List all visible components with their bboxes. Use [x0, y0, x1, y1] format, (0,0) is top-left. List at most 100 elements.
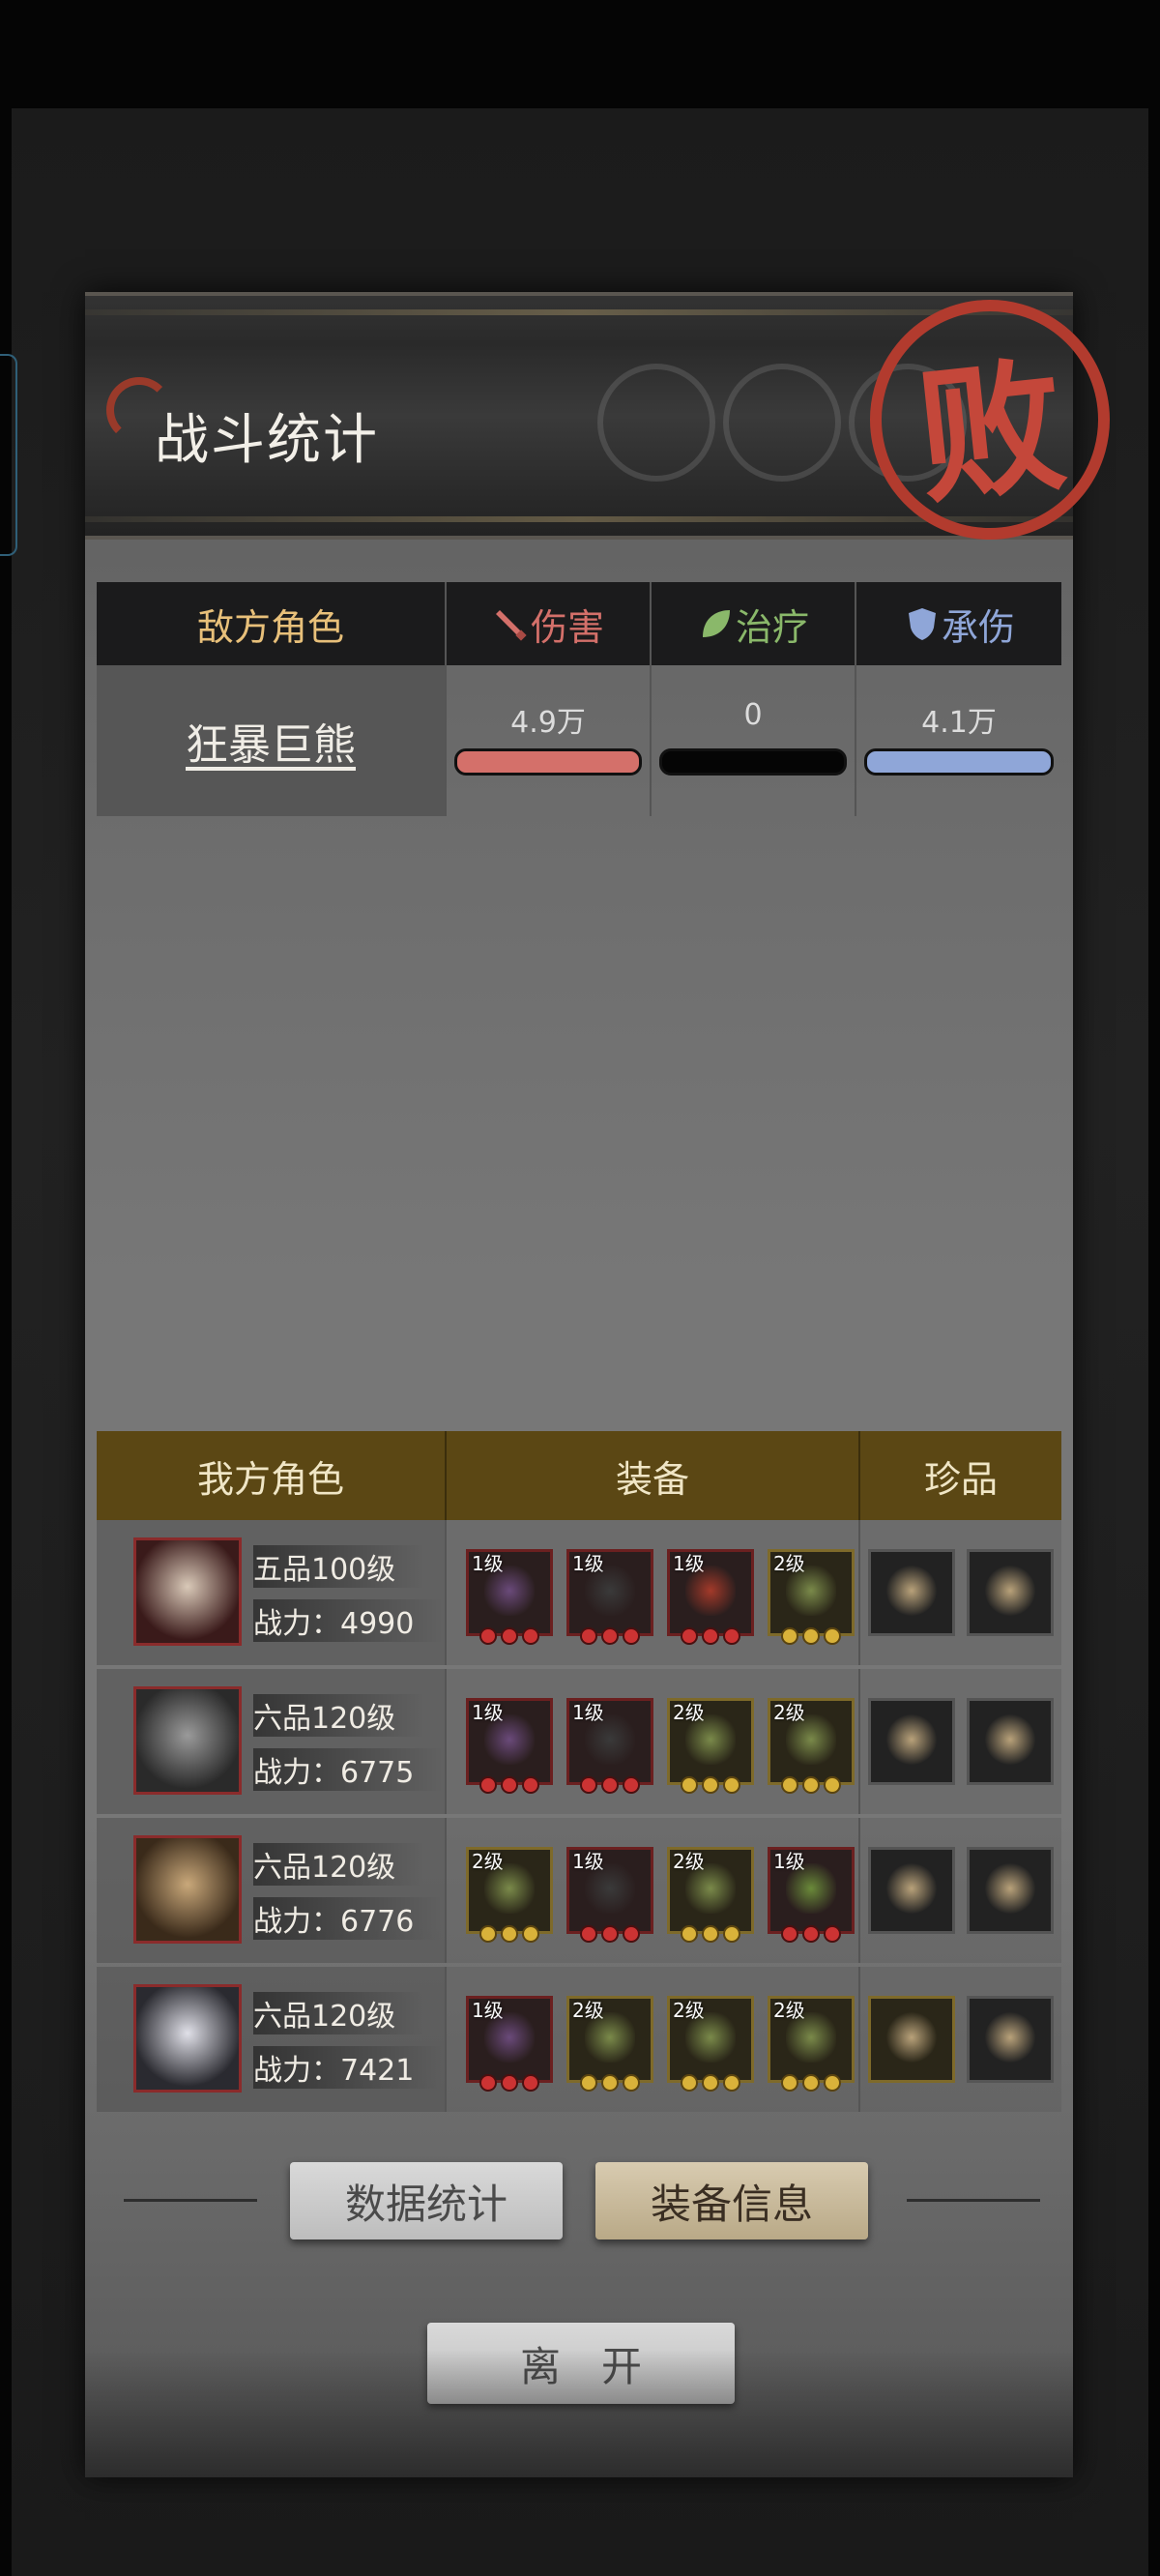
side-tab-edge[interactable]	[0, 354, 17, 556]
equipment-slot[interactable]: 1级	[466, 1996, 553, 2092]
equipment-item-icon	[786, 1566, 836, 1616]
equipment-item-icon	[585, 1863, 635, 1914]
enemy-row[interactable]: 狂暴巨熊 4.9万 0 4.1万	[97, 665, 1061, 816]
treasure-cell	[858, 1818, 1061, 1963]
treasure-item-icon	[985, 1863, 1035, 1914]
equipment-item-icon	[786, 2012, 836, 2063]
gem-sockets	[670, 1925, 751, 1943]
treasure-cell	[858, 1520, 1061, 1665]
gem-icon	[702, 1627, 719, 1645]
treasure-slot[interactable]	[868, 1996, 955, 2083]
treasure-slot[interactable]	[868, 1549, 955, 1636]
gem-icon	[681, 1925, 698, 1943]
shield-icon	[908, 608, 936, 640]
gem-icon	[601, 2074, 619, 2092]
gem-icon	[501, 1925, 518, 1943]
character-portrait[interactable]	[133, 1835, 242, 1944]
gem-sockets	[670, 2074, 751, 2092]
enemy-name[interactable]: 狂暴巨熊	[186, 710, 356, 772]
equipment-slot[interactable]: 1级	[466, 1549, 553, 1645]
equipment-item-icon	[685, 1863, 736, 1914]
gem-icon	[781, 1925, 798, 1943]
character-rank: 五品100级	[253, 1545, 425, 1588]
character-cell: 六品120级 战力：6775	[97, 1669, 445, 1814]
equipment-item-icon	[484, 1566, 535, 1616]
gem-icon	[601, 1925, 619, 1943]
equipment-cell: 1级 2级 2级 2级	[445, 1967, 858, 2112]
equipment-slot[interactable]: 2级	[768, 1698, 855, 1794]
equipment-slot[interactable]: 1级	[667, 1549, 754, 1645]
treasure-slot[interactable]	[868, 1698, 955, 1785]
gem-sockets	[770, 1776, 852, 1794]
treasure-item-icon	[886, 2012, 937, 2063]
treasure-cell	[858, 1669, 1061, 1814]
gem-icon	[580, 1925, 597, 1943]
equipment-item-icon	[484, 2012, 535, 2063]
power-value: 7421	[340, 2054, 415, 2088]
gem-sockets	[569, 1627, 651, 1645]
equipment-item-icon	[484, 1863, 535, 1914]
gem-icon	[580, 2074, 597, 2092]
equipment-cell: 2级 1级 2级 1级	[445, 1818, 858, 1963]
equipment-slot[interactable]: 2级	[566, 1996, 653, 2092]
equipment-slot[interactable]: 1级	[566, 1847, 653, 1943]
equipment-cell: 1级 1级 1级 2级	[445, 1520, 858, 1665]
equipment-slot[interactable]: 1级	[566, 1549, 653, 1645]
gem-sockets	[569, 1776, 651, 1794]
character-portrait[interactable]	[133, 1537, 242, 1646]
gem-icon	[681, 1776, 698, 1794]
ally-row[interactable]: 五品100级 战力：4990 1级 1级 1级 2级	[97, 1520, 1061, 1665]
gem-icon	[824, 1627, 841, 1645]
equipment-slot[interactable]: 2级	[667, 1847, 754, 1943]
gem-icon	[723, 1627, 740, 1645]
equipment-slot[interactable]: 1级	[566, 1698, 653, 1794]
gem-icon	[501, 2074, 518, 2092]
equipment-slot[interactable]: 2级	[667, 1698, 754, 1794]
equipment-slot[interactable]: 2级	[667, 1996, 754, 2092]
equipment-slot[interactable]: 1级	[466, 1698, 553, 1794]
damage-header: 伤害	[445, 582, 650, 665]
gem-icon	[681, 2074, 698, 2092]
equipment-slot[interactable]: 1级	[768, 1847, 855, 1943]
data-stats-button[interactable]: 数据统计	[290, 2162, 563, 2239]
equipment-slot[interactable]: 2级	[768, 1996, 855, 2092]
character-portrait[interactable]	[133, 1686, 242, 1795]
power-label: 战力：	[253, 1756, 340, 1790]
gem-icon	[723, 1925, 740, 1943]
tanking-value: 4.1万	[921, 706, 997, 740]
gem-icon	[702, 1776, 719, 1794]
treasure-slot[interactable]	[967, 1549, 1054, 1636]
character-rank: 六品120级	[253, 1992, 425, 2034]
ally-row[interactable]: 六品120级 战力：7421 1级 2级 2级 2级	[97, 1967, 1061, 2112]
character-portrait[interactable]	[133, 1984, 242, 2093]
equipment-item-icon	[585, 2012, 635, 2063]
gem-sockets	[770, 2074, 852, 2092]
gem-icon	[623, 1627, 640, 1645]
treasure-slot[interactable]	[868, 1847, 955, 1934]
gem-icon	[522, 1776, 539, 1794]
gem-icon	[522, 1627, 539, 1645]
power-label: 战力：	[253, 2054, 340, 2088]
ally-row[interactable]: 六品120级 战力：6775 1级 1级 2级 2级	[97, 1669, 1061, 1814]
equipment-item-icon	[484, 1714, 535, 1765]
equipment-slot[interactable]: 2级	[466, 1847, 553, 1943]
gem-icon	[623, 1776, 640, 1794]
treasure-slot[interactable]	[967, 1996, 1054, 2083]
character-power: 战力：6775	[253, 1748, 444, 1791]
gem-icon	[802, 1925, 820, 1943]
ally-row[interactable]: 六品120级 战力：6776 2级 1级 2级 1级	[97, 1818, 1061, 1963]
equipment-info-button[interactable]: 装备信息	[595, 2162, 868, 2239]
gem-icon	[723, 2074, 740, 2092]
gem-sockets	[670, 1627, 751, 1645]
treasure-slot[interactable]	[967, 1847, 1054, 1934]
equipment-cell: 1级 1级 2级 2级	[445, 1669, 858, 1814]
gem-sockets	[469, 1776, 550, 1794]
equipment-slot[interactable]: 2级	[768, 1549, 855, 1645]
healing-bar	[659, 748, 847, 776]
treasure-slot[interactable]	[967, 1698, 1054, 1785]
equipment-item-icon	[585, 1566, 635, 1616]
character-power: 战力：4990	[253, 1599, 444, 1642]
healing-header: 治疗	[650, 582, 855, 665]
treasure-item-icon	[985, 1566, 1035, 1616]
gem-icon	[580, 1627, 597, 1645]
